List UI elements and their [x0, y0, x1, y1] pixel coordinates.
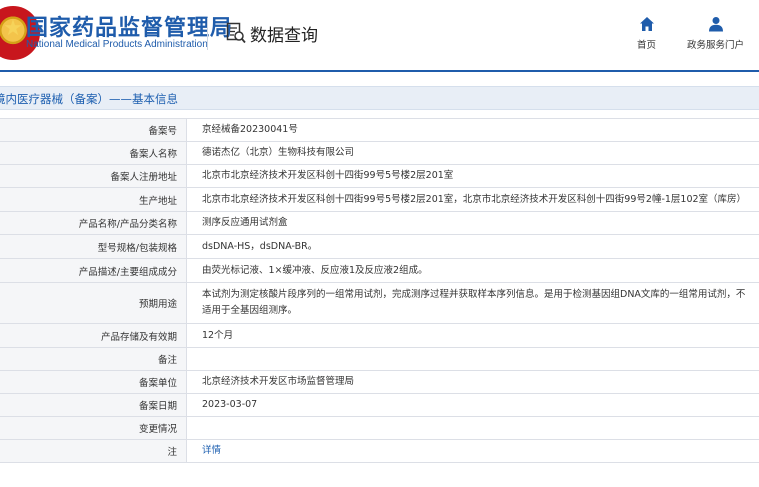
row-label: 产品名称/产品分类名称	[0, 212, 187, 234]
data-query-section: 数据查询	[226, 20, 318, 46]
row-value-text: 本试剂为测定核酸片段序列的一组常用试剂，完成测序过程并获取样本序列信息。是用于检…	[202, 289, 746, 316]
row-label: 产品存储及有效期	[0, 324, 187, 347]
row-label: 备案日期	[0, 394, 187, 416]
table-row: 变更情况	[0, 417, 759, 440]
site-header: ★ 国家药品监督管理局 National Medical Products Ad…	[0, 0, 759, 70]
header-underline	[0, 70, 759, 72]
row-value: dsDNA-HS，dsDNA-BR。	[202, 240, 318, 252]
row-value: 12个月	[202, 329, 234, 341]
document-search-icon	[226, 22, 246, 44]
table-row: 备案号 京经械备20230041号	[0, 119, 759, 142]
site-logo-chinese[interactable]: 国家药品监督管理局	[26, 10, 233, 42]
row-label: 备案人名称	[0, 142, 187, 164]
row-value: 北京经济技术开发区市场监督管理局	[202, 376, 355, 387]
row-value: 由荧光标记液、1×缓冲液、反应液1及反应液2组成。	[202, 264, 428, 276]
page-title: 境内医疗器械（备案）——基本信息	[0, 92, 178, 106]
header-divider	[207, 18, 208, 50]
table-row: 预期用途 本试剂为测定核酸片段序列的一组常用试剂，完成测序过程并获取样本序列信息…	[0, 283, 759, 324]
table-row: 备案人注册地址 北京市北京经济技术开发区科创十四街99号5号楼2层201室	[0, 165, 759, 188]
row-label: 备案号	[0, 119, 187, 141]
nav-home-label: 首页	[637, 40, 657, 51]
row-value: 京经械备20230041号	[202, 124, 298, 135]
row-value: 测序反应通用试剂盒	[202, 217, 288, 228]
data-query-title: 数据查询	[250, 25, 318, 46]
site-logo-english[interactable]: National Medical Products Administration	[26, 39, 208, 50]
table-row: 备案人名称 德诺杰亿（北京）生物科技有限公司	[0, 142, 759, 165]
nav-gov-service-portal[interactable]: 政务服务门户	[687, 16, 744, 51]
nav-gov-service-portal-label: 政务服务门户	[687, 40, 745, 51]
section-title-bar: 境内医疗器械（备案）——基本信息	[0, 86, 759, 110]
row-label: 预期用途	[0, 283, 187, 323]
row-label: 注	[0, 440, 187, 462]
row-label: 备注	[0, 348, 187, 370]
row-value: 本试剂为测定核酸片段序列的一组常用试剂，完成测序过程并获取样本序列信息。是用于检…	[187, 283, 759, 323]
row-value: 详情	[187, 440, 759, 462]
details-link[interactable]: 详情	[202, 443, 221, 459]
row-label: 产品描述/主要组成成分	[0, 259, 187, 282]
table-row: 生产地址 北京市北京经济技术开发区科创十四街99号5号楼2层201室，北京市北京…	[0, 188, 759, 212]
table-row: 型号规格/包装规格 dsDNA-HS，dsDNA-BR。	[0, 235, 759, 259]
detail-table: 备案号 京经械备20230041号 备案人名称 德诺杰亿（北京）生物科技有限公司…	[0, 118, 759, 463]
row-value: 北京市北京经济技术开发区科创十四街99号5号楼2层201室	[202, 170, 454, 181]
row-value: 北京市北京经济技术开发区科创十四街99号5号楼2层201室，北京市北京经济技术开…	[202, 193, 747, 205]
table-row: 产品描述/主要组成成分 由荧光标记液、1×缓冲液、反应液1及反应液2组成。	[0, 259, 759, 283]
table-row: 注 详情	[0, 440, 759, 463]
row-value: 德诺杰亿（北京）生物科技有限公司	[202, 147, 355, 158]
table-row: 备案单位 北京经济技术开发区市场监督管理局	[0, 371, 759, 394]
table-row: 产品存储及有效期 12个月	[0, 324, 759, 348]
row-value: 2023-03-07	[202, 399, 258, 410]
table-row: 产品名称/产品分类名称 测序反应通用试剂盒	[0, 212, 759, 235]
row-value	[187, 417, 759, 439]
home-icon	[639, 17, 654, 31]
row-value	[187, 348, 759, 370]
row-label: 型号规格/包装规格	[0, 235, 187, 258]
row-label: 生产地址	[0, 188, 187, 211]
row-label: 备案单位	[0, 371, 187, 393]
table-row: 备案日期 2023-03-07	[0, 394, 759, 417]
row-label: 备案人注册地址	[0, 165, 187, 187]
nav-home[interactable]: 首页	[637, 16, 656, 51]
user-icon	[708, 17, 723, 32]
table-row: 备注	[0, 348, 759, 371]
row-label: 变更情况	[0, 417, 187, 439]
